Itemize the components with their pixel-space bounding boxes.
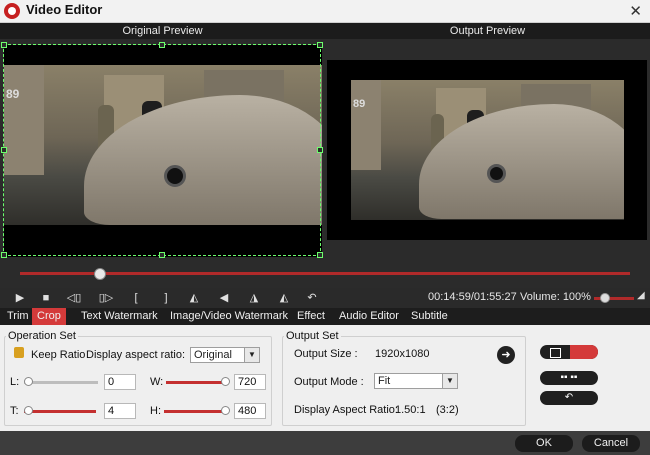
crop-handle-top[interactable] bbox=[159, 42, 165, 48]
width-slider-thumb[interactable] bbox=[221, 377, 230, 386]
timeline-track[interactable] bbox=[20, 272, 630, 275]
tab-effect[interactable]: Effect bbox=[292, 308, 330, 325]
output-mode-value: Fit bbox=[378, 375, 391, 387]
app-logo-icon bbox=[4, 3, 20, 19]
height-label: H: bbox=[150, 405, 161, 417]
crop-handle-bottom[interactable] bbox=[159, 252, 165, 258]
aspect-ratio-value: Original bbox=[194, 349, 232, 361]
crop-handle-right[interactable] bbox=[317, 147, 323, 153]
output-mode-label: Output Mode : bbox=[294, 376, 364, 388]
left-label: L: bbox=[10, 376, 20, 388]
mark-in-icon[interactable]: [ bbox=[128, 290, 144, 306]
crop-handle-bottom-right[interactable] bbox=[317, 252, 323, 258]
output-size-value: 1920x1080 bbox=[375, 348, 430, 360]
window-title: Video Editor bbox=[26, 2, 103, 17]
tab-image-video-watermark[interactable]: Image/Video Watermark bbox=[165, 308, 293, 325]
rotate-right-icon[interactable]: ◭ bbox=[276, 290, 292, 306]
arrow-right-icon[interactable]: ➜ bbox=[497, 346, 515, 364]
width-slider[interactable] bbox=[166, 381, 226, 384]
reset-icon[interactable]: ↶ bbox=[540, 391, 598, 405]
display-aspect-ratio-output-label: Display Aspect Ratio: bbox=[294, 404, 398, 416]
tab-trim[interactable]: Trim bbox=[2, 308, 34, 325]
crop-mode-button[interactable] bbox=[540, 345, 598, 359]
chevron-down-icon[interactable]: ▼ bbox=[442, 374, 457, 388]
tab-audio-editor[interactable]: Audio Editor bbox=[334, 308, 404, 325]
prev-frame-icon[interactable]: ◁▯ bbox=[66, 290, 82, 306]
rotate-left-icon[interactable]: ◮ bbox=[246, 290, 262, 306]
ok-button[interactable]: OK bbox=[515, 435, 573, 452]
close-icon[interactable]: ✕ bbox=[629, 2, 642, 20]
display-aspect-ratio-label: Display aspect ratio: bbox=[86, 349, 186, 361]
output-set-title: Output Set bbox=[284, 330, 341, 342]
document-icon bbox=[550, 348, 561, 358]
width-label: W: bbox=[150, 376, 164, 388]
left-slider-thumb[interactable] bbox=[24, 377, 33, 386]
output-size-label: Output Size : bbox=[294, 348, 358, 360]
crop-icon bbox=[570, 345, 598, 359]
mark-out-icon[interactable]: ] bbox=[158, 290, 174, 306]
display-aspect-ratio-fraction: (3:2) bbox=[436, 404, 459, 416]
width-input[interactable]: 720 bbox=[234, 374, 266, 390]
original-preview-label: Original Preview bbox=[0, 23, 325, 39]
crop-handle-top-left[interactable] bbox=[1, 42, 7, 48]
crop-selection-box[interactable] bbox=[1, 42, 323, 258]
volume-text: Volume: bbox=[520, 291, 560, 303]
grid-icon[interactable]: ▪▪ ▪▪ bbox=[540, 371, 598, 385]
top-input[interactable]: 4 bbox=[104, 403, 136, 419]
crop-handle-left[interactable] bbox=[1, 147, 7, 153]
volume-label: Volume: 100% bbox=[520, 291, 591, 303]
tab-crop[interactable]: Crop bbox=[32, 308, 66, 325]
keep-ratio-label: Keep Ratio bbox=[31, 349, 86, 361]
height-slider-thumb[interactable] bbox=[221, 406, 230, 415]
height-input[interactable]: 480 bbox=[234, 403, 266, 419]
crop-handle-top-right[interactable] bbox=[317, 42, 323, 48]
top-slider-thumb[interactable] bbox=[24, 406, 33, 415]
top-slider[interactable] bbox=[24, 410, 96, 413]
volume-slider-thumb[interactable] bbox=[600, 293, 610, 303]
output-preview-label: Output Preview bbox=[325, 23, 650, 39]
next-frame-icon[interactable]: ▯▷ bbox=[98, 290, 114, 306]
output-video-frame: 89 bbox=[351, 80, 624, 220]
cancel-button[interactable]: Cancel bbox=[582, 435, 640, 452]
tab-text-watermark[interactable]: Text Watermark bbox=[76, 308, 163, 325]
stop-icon[interactable]: ■ bbox=[38, 290, 54, 306]
left-slider[interactable] bbox=[24, 381, 98, 384]
output-preview: 89 bbox=[327, 60, 647, 240]
display-aspect-ratio-value: 1.50:1 bbox=[395, 404, 426, 416]
tab-subtitle[interactable]: Subtitle bbox=[406, 308, 453, 325]
volume-icon[interactable]: ◢ bbox=[637, 290, 647, 302]
output-mode-select[interactable]: Fit ▼ bbox=[374, 373, 458, 389]
lock-icon[interactable] bbox=[14, 347, 24, 358]
volume-value: 100% bbox=[562, 291, 591, 303]
top-label: T: bbox=[10, 405, 19, 417]
crop-handle-bottom-left[interactable] bbox=[1, 252, 7, 258]
height-slider[interactable] bbox=[164, 410, 226, 413]
undo-icon[interactable]: ↶ bbox=[304, 290, 320, 306]
flip-left-icon[interactable]: ◀ bbox=[216, 290, 232, 306]
left-input[interactable]: 0 bbox=[104, 374, 136, 390]
aspect-ratio-select[interactable]: Original ▼ bbox=[190, 347, 260, 363]
scene-number: 89 bbox=[353, 98, 366, 110]
flip-horizontal-icon[interactable]: ◭ bbox=[186, 290, 202, 306]
operation-set-title: Operation Set bbox=[6, 330, 78, 342]
play-icon[interactable]: ▶ bbox=[12, 290, 28, 306]
timecode: 00:14:59/01:55:27 bbox=[428, 291, 517, 303]
chevron-down-icon[interactable]: ▼ bbox=[244, 348, 259, 362]
